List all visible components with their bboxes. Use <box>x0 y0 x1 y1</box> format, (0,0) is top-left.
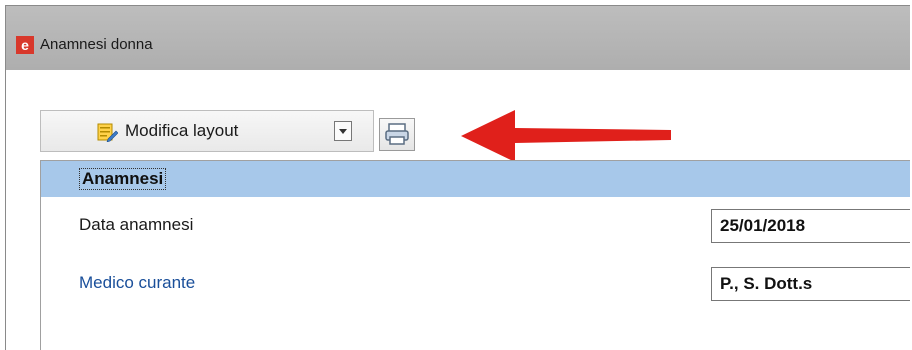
print-button[interactable] <box>379 118 415 151</box>
medico-curante-field[interactable]: P., S. Dott.s <box>711 267 910 301</box>
app-e-icon: e <box>16 36 34 54</box>
title-bar: e Anamnesi donna <box>6 6 910 70</box>
app-window: e Anamnesi donna Modifica layout Anamnes… <box>5 5 910 350</box>
modify-layout-button[interactable]: Modifica layout <box>40 110 374 152</box>
medico-curante-label[interactable]: Medico curante <box>79 273 195 293</box>
medico-curante-value: P., S. Dott.s <box>720 274 813 293</box>
modify-layout-label: Modifica layout <box>125 121 239 140</box>
section-title: Anamnesi <box>79 168 167 190</box>
printer-icon <box>385 123 409 145</box>
edit-layout-icon <box>97 123 118 142</box>
anamnesi-panel: Anamnesi Data anamnesi 25/01/2018 Medico… <box>40 160 910 350</box>
annotation-arrow <box>461 110 671 162</box>
section-header[interactable]: Anamnesi <box>41 161 910 197</box>
data-anamnesi-value: 25/01/2018 <box>720 216 806 235</box>
data-anamnesi-label: Data anamnesi <box>79 215 194 234</box>
window-title: Anamnesi donna <box>40 36 153 53</box>
chevron-down-icon[interactable] <box>334 121 352 141</box>
data-anamnesi-field[interactable]: 25/01/2018 <box>711 209 910 243</box>
